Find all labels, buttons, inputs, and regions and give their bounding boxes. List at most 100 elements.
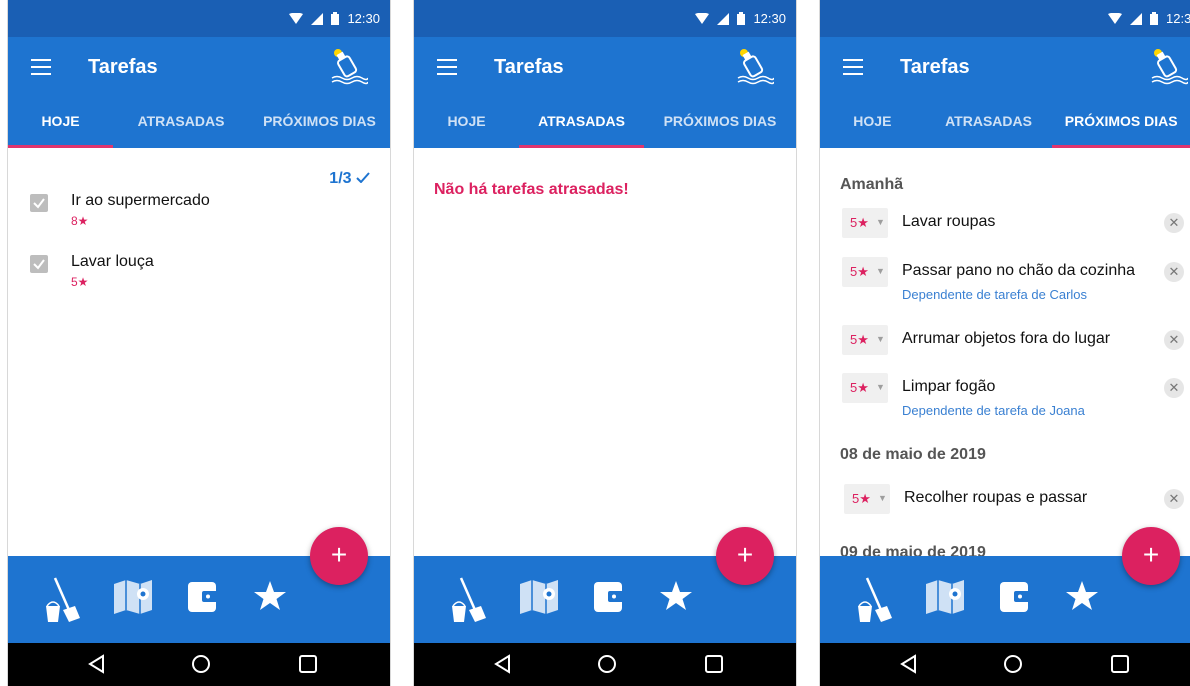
map-icon[interactable] xyxy=(519,576,559,616)
task-item[interactable]: 5★ ▼ Recolher roupas e passar ✕ xyxy=(844,484,1190,514)
task-item[interactable]: 5★ ▼ Arrumar objetos fora do lugar ✕ xyxy=(842,325,1190,355)
star-value: 5★ xyxy=(852,491,871,506)
wallet-icon[interactable] xyxy=(186,576,220,616)
home-icon[interactable] xyxy=(1003,654,1023,674)
app-title: Tarefas xyxy=(494,56,564,78)
screen-overdue: 12:30 Tarefas HOJE ATRASADAS PRÓXIMOS DI… xyxy=(413,0,797,686)
status-bar: 12:30 xyxy=(820,0,1190,37)
task-title: Lavar roupas xyxy=(902,213,996,230)
star-value: 5★ xyxy=(850,380,869,395)
star-icon[interactable] xyxy=(253,576,287,616)
app-title: Tarefas xyxy=(88,56,158,78)
task-dependency: Dependente de tarefa de Carlos xyxy=(902,287,1088,302)
remove-icon[interactable]: ✕ xyxy=(1164,489,1184,509)
back-icon[interactable] xyxy=(899,654,919,674)
recents-icon[interactable] xyxy=(298,654,318,674)
tab-bar: HOJE ATRASADAS PRÓXIMOS DIAS xyxy=(8,100,390,148)
task-checkbox[interactable] xyxy=(30,194,48,212)
tab-today[interactable]: HOJE xyxy=(820,100,925,148)
clock: 12:30 xyxy=(1166,11,1190,26)
recents-icon[interactable] xyxy=(704,654,724,674)
system-nav-bar xyxy=(414,643,796,686)
caret-down-icon: ▼ xyxy=(876,266,885,276)
overdue-task-list: Não há tarefas atrasadas! xyxy=(414,148,796,556)
tab-upcoming[interactable]: PRÓXIMOS DIAS xyxy=(644,100,796,148)
tab-bar: HOJE ATRASADAS PRÓXIMOS DIAS xyxy=(414,100,796,148)
status-bar: 12:30 xyxy=(414,0,796,37)
broom-bucket-icon[interactable] xyxy=(857,576,893,624)
remove-icon[interactable]: ✕ xyxy=(1164,213,1184,233)
task-title: Arrumar objetos fora do lugar xyxy=(902,330,1111,347)
tab-upcoming[interactable]: PRÓXIMOS DIAS xyxy=(249,100,390,148)
caret-down-icon: ▼ xyxy=(878,493,887,503)
star-value: 5★ xyxy=(850,215,869,230)
menu-icon[interactable] xyxy=(437,59,457,75)
task-title: Passar pano no chão da cozinha xyxy=(902,262,1136,279)
home-icon[interactable] xyxy=(191,654,211,674)
section-header: 09 de maio de 2019 xyxy=(840,544,986,556)
bottle-logo-icon xyxy=(737,49,774,85)
add-task-button[interactable]: + xyxy=(310,527,368,585)
task-stars: 5★ xyxy=(71,275,89,289)
remove-icon[interactable]: ✕ xyxy=(1164,330,1184,350)
section-header: Amanhã xyxy=(840,176,904,193)
tab-overdue[interactable]: ATRASADAS xyxy=(519,100,644,148)
map-icon[interactable] xyxy=(113,576,153,616)
wallet-icon[interactable] xyxy=(998,576,1032,616)
tab-today[interactable]: HOJE xyxy=(8,100,113,148)
star-value-dropdown[interactable]: 5★ ▼ xyxy=(842,373,888,403)
battery-icon xyxy=(1150,12,1158,25)
completion-count: 1/3 xyxy=(329,170,352,187)
map-icon[interactable] xyxy=(925,576,965,616)
broom-bucket-icon[interactable] xyxy=(451,576,487,624)
star-icon[interactable] xyxy=(659,576,693,616)
star-value-dropdown[interactable]: 5★ ▼ xyxy=(844,484,890,514)
wifi-icon xyxy=(289,12,304,24)
back-icon[interactable] xyxy=(493,654,513,674)
tab-overdue[interactable]: ATRASADAS xyxy=(113,100,249,148)
menu-icon[interactable] xyxy=(843,59,863,75)
remove-icon[interactable]: ✕ xyxy=(1164,378,1184,398)
task-checkbox[interactable] xyxy=(30,255,48,273)
menu-icon[interactable] xyxy=(31,59,51,75)
signal-icon xyxy=(1130,12,1142,25)
completion-counter: 1/3 xyxy=(329,170,370,188)
tab-today[interactable]: HOJE xyxy=(414,100,519,148)
system-nav-bar xyxy=(820,643,1190,686)
wallet-icon[interactable] xyxy=(592,576,626,616)
bottle-logo-icon xyxy=(1151,49,1188,85)
recents-icon[interactable] xyxy=(1110,654,1130,674)
task-item[interactable]: 5★ ▼ Limpar fogão Dependente de tarefa de… xyxy=(842,373,1190,418)
task-item[interactable]: 5★ ▼ Lavar roupas ✕ xyxy=(842,208,1190,238)
task-stars: 8★ xyxy=(71,214,89,228)
wifi-icon xyxy=(1108,12,1122,24)
status-bar: 12:30 xyxy=(8,0,390,37)
star-value-dropdown[interactable]: 5★ ▼ xyxy=(842,208,888,238)
tab-upcoming[interactable]: PRÓXIMOS DIAS xyxy=(1052,100,1190,148)
clock: 12:30 xyxy=(347,11,380,26)
add-task-button[interactable]: + xyxy=(1122,527,1180,585)
star-value: 5★ xyxy=(850,264,869,279)
signal-icon xyxy=(717,12,730,25)
screen-upcoming: 12:30 Tarefas HOJE ATRASADAS PRÓXIMOS DI… xyxy=(819,0,1190,686)
star-icon[interactable] xyxy=(1065,576,1099,616)
broom-bucket-icon[interactable] xyxy=(45,576,81,624)
tab-overdue[interactable]: ATRASADAS xyxy=(925,100,1053,148)
battery-icon xyxy=(331,12,340,25)
star-value-dropdown[interactable]: 5★ ▼ xyxy=(842,325,888,355)
star-value-dropdown[interactable]: 5★ ▼ xyxy=(842,257,888,287)
section-header: 08 de maio de 2019 xyxy=(840,446,986,463)
battery-icon xyxy=(737,12,746,25)
today-task-list: 1/3 Ir ao supermercado 8★ Lavar louça 5★ xyxy=(8,148,390,556)
checkmark-icon xyxy=(33,259,45,270)
add-task-button[interactable]: + xyxy=(716,527,774,585)
clock: 12:30 xyxy=(753,11,786,26)
task-title: Ir ao supermercado xyxy=(71,192,210,209)
wifi-icon xyxy=(695,12,710,24)
task-title: Limpar fogão xyxy=(902,378,996,395)
home-icon[interactable] xyxy=(597,654,617,674)
remove-icon[interactable]: ✕ xyxy=(1164,262,1184,282)
caret-down-icon: ▼ xyxy=(876,217,885,227)
task-item[interactable]: 5★ ▼ Passar pano no chão da cozinha Depen… xyxy=(842,257,1190,302)
back-icon[interactable] xyxy=(87,654,107,674)
